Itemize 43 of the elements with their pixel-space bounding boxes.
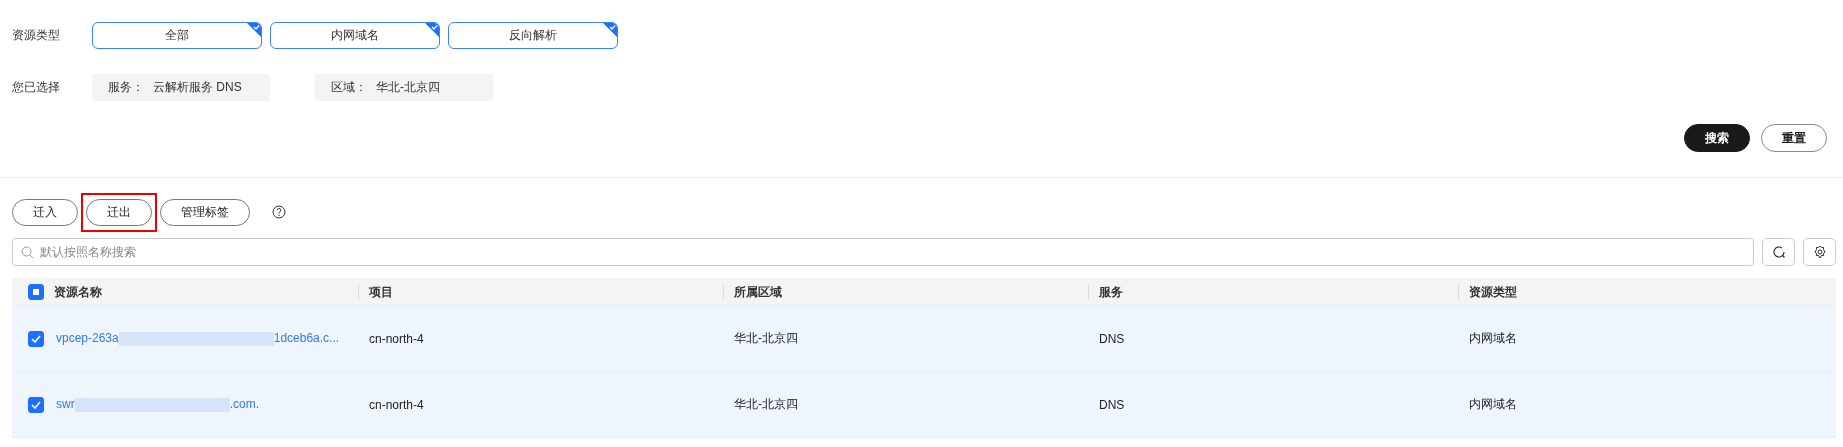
table-cell-text: cn-north-4 — [368, 331, 425, 346]
refresh-icon — [1771, 245, 1786, 259]
table-row[interactable]: swr .com. cn-north-4 华北-北京四 DNS 内网域名 — [12, 372, 1836, 438]
search-field[interactable]: 默认按照名称搜索 — [12, 238, 1754, 266]
filter-chip[interactable]: 内网域名 — [270, 22, 440, 49]
column-header: 服务 — [1099, 283, 1123, 300]
toolbar-button[interactable]: 迁入 — [12, 198, 78, 226]
help-icon[interactable] — [272, 205, 286, 219]
reset-button[interactable]: 重置 — [1761, 124, 1827, 152]
selected-filter-tag: 服务： 云解析服务 DNS — [92, 74, 270, 101]
table-cell-text: 华北-北京四 — [733, 330, 799, 347]
column-header: 项目 — [369, 283, 393, 300]
partial-check-icon — [33, 288, 39, 295]
checkbox[interactable] — [28, 283, 44, 300]
toolbar-button[interactable]: 管理标签 — [160, 198, 250, 226]
corner-check-icon — [603, 23, 617, 37]
search-icon — [21, 246, 34, 259]
table-row[interactable]: vpcep-263a 1dceb6a.c... cn-north-4 华北-北京四 DNS 内网域名 — [12, 306, 1836, 372]
table-cell-text: 内网域名 — [1468, 330, 1518, 347]
refresh-button[interactable] — [1762, 238, 1795, 266]
column-header: 资源类型 — [1469, 283, 1517, 300]
filter-chip[interactable]: 全部 — [92, 22, 262, 49]
corner-check-icon — [247, 23, 261, 37]
checkbox[interactable] — [28, 330, 44, 347]
toolbar-button[interactable]: 迁出 — [86, 198, 152, 226]
table-cell-text: cn-north-4 — [368, 397, 425, 412]
settings-icon — [1812, 245, 1827, 259]
settings-button[interactable] — [1803, 238, 1836, 266]
table-cell-text: DNS — [1098, 331, 1126, 346]
filter-label: 您已选择 — [12, 79, 61, 96]
filter-chip[interactable]: 反向解析 — [448, 22, 618, 49]
check-icon — [31, 334, 41, 343]
column-header: 资源名称 — [54, 283, 102, 300]
checkbox[interactable] — [28, 396, 44, 413]
column-header: 所属区域 — [734, 283, 782, 300]
corner-check-icon — [425, 23, 439, 37]
table-cell-text: DNS — [1098, 397, 1126, 412]
selected-filter-tag: 区域： 华北-北京四 — [315, 74, 493, 101]
filter-label: 资源类型 — [12, 27, 61, 44]
search-button[interactable]: 搜索 — [1684, 124, 1750, 152]
table-cell-text: 内网域名 — [1468, 396, 1518, 413]
check-icon — [31, 400, 41, 409]
table-cell-text: 华北-北京四 — [733, 396, 799, 413]
